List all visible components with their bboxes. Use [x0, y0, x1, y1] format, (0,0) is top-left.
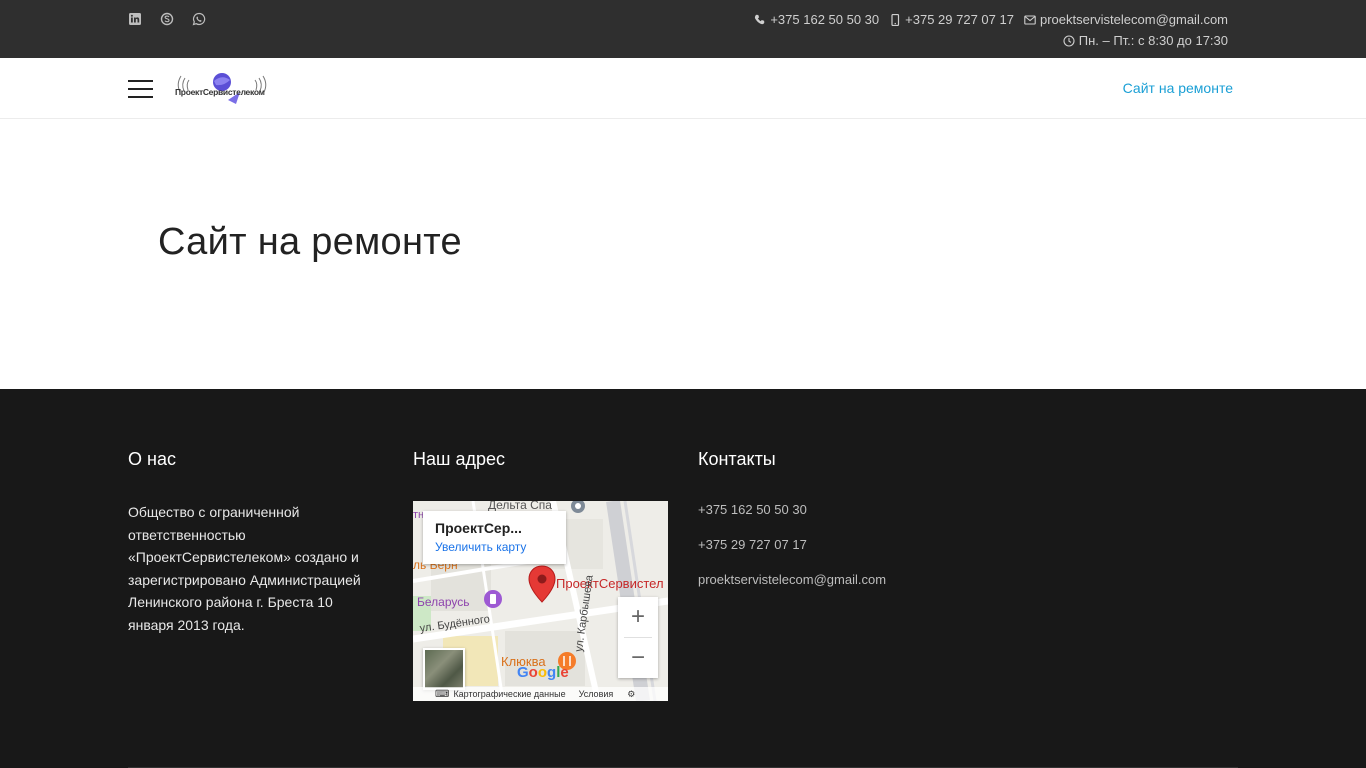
skype-icon[interactable] [160, 12, 174, 26]
page-title: Сайт на ремонте [158, 221, 462, 263]
zoom-out-button[interactable]: − [618, 638, 658, 678]
embedded-map[interactable]: ПроектСервистел Дельта Спа ль Верн Белар… [413, 501, 668, 701]
main-content: Сайт на ремонте [0, 119, 1366, 389]
social-links [128, 12, 206, 26]
phone-icon [755, 14, 765, 24]
phone1-group[interactable]: +375 162 50 50 30 [754, 12, 879, 27]
clock-icon [1063, 34, 1075, 47]
email-text: proektservistelecom@gmail.com [1039, 12, 1228, 27]
map-label-belarus: Беларусь [417, 595, 470, 609]
map-terms-link[interactable]: Условия [579, 689, 614, 699]
email-group[interactable]: proektservistelecom@gmail.com [1024, 12, 1228, 27]
contact-phone1[interactable]: +375 162 50 50 30 [698, 502, 886, 537]
map-place-label: ПроектСервистел [556, 576, 664, 591]
phone2-group[interactable]: +375 29 727 07 17 [889, 12, 1014, 27]
keyboard-icon[interactable]: ⌨ [435, 689, 449, 700]
satellite-toggle-button[interactable] [423, 648, 465, 690]
about-title: О нас [128, 449, 176, 469]
location-pin-icon[interactable] [528, 565, 556, 603]
linkedin-icon[interactable] [128, 12, 142, 26]
map-data-text[interactable]: Картографические данные [453, 689, 565, 699]
google-logo: Google [517, 664, 569, 681]
map-enlarge-link[interactable]: Увеличить карту [435, 540, 554, 554]
envelope-icon [1024, 14, 1036, 25]
zoom-in-button[interactable]: + [618, 597, 658, 637]
phone1-text: +375 162 50 50 30 [770, 12, 880, 27]
map-card-title: ПроектСер... [435, 520, 522, 536]
site-footer: О нас Общество с ограниченной ответствен… [0, 389, 1366, 768]
nav-link-maintenance[interactable]: Сайт на ремонте [1123, 80, 1233, 96]
topbar: +375 162 50 50 30 +375 29 727 07 17 proe… [0, 0, 1366, 58]
map-info-card: ПроектСер... Увеличить карту [423, 511, 566, 564]
whatsapp-icon[interactable] [192, 12, 206, 26]
map-attribution-bar: ⌨ Картографические данные Условия ⚙ [413, 687, 668, 701]
topbar-contacts: +375 162 50 50 30 +375 29 727 07 17 proe… [754, 12, 1228, 27]
report-icon[interactable]: ⚙ [627, 689, 635, 700]
about-text: Общество с ограниченной ответственностью… [128, 504, 361, 633]
logo-text: ПроектСервистелеком [175, 87, 265, 97]
map-zoom-controls: + − [618, 597, 658, 678]
menu-hamburger-icon[interactable] [128, 80, 153, 98]
site-logo[interactable]: ПроектСервистелеком [172, 70, 272, 106]
contact-phone2[interactable]: +375 29 727 07 17 [698, 537, 886, 572]
contacts-list: +375 162 50 50 30 +375 29 727 07 17 proe… [698, 502, 886, 607]
hours-text: Пн. – Пт.: с 8:30 до 17:30 [1078, 33, 1228, 48]
phone2-text: +375 29 727 07 17 [905, 12, 1014, 27]
contact-email[interactable]: proektservistelecom@gmail.com [698, 572, 886, 607]
site-header: ПроектСервистелеком Сайт на ремонте [0, 58, 1366, 119]
contacts-title: Контакты [698, 449, 776, 469]
mobile-icon [891, 13, 900, 26]
address-title: Наш адрес [413, 449, 505, 469]
work-hours: Пн. – Пт.: с 8:30 до 17:30 [1063, 33, 1228, 48]
